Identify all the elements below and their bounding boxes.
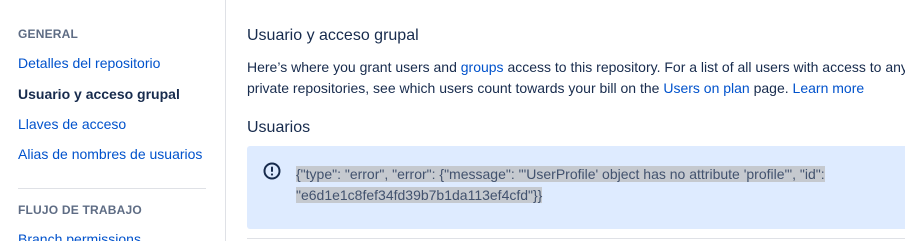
users-on-plan-link[interactable]: Users on plan <box>663 80 749 96</box>
main-content: Usuario y acceso grupal Here’s where you… <box>247 0 905 241</box>
settings-sidebar: GENERAL Detalles del repositorio Usuario… <box>0 0 226 241</box>
error-message-panel: {"type": "error", "error": {"message": "… <box>247 146 905 229</box>
desc-text-1: Here’s where you grant users and <box>247 59 461 75</box>
info-icon <box>263 162 281 180</box>
error-message-text: {"type": "error", "error": {"message": "… <box>296 164 856 206</box>
sidebar-item-access-keys[interactable]: Llaves de acceso <box>18 116 208 132</box>
groups-link[interactable]: groups <box>461 59 504 75</box>
page-description: Here’s where you grant users and groups … <box>247 57 905 99</box>
sidebar-divider <box>18 188 206 189</box>
desc-text-4: page. <box>749 80 793 96</box>
sidebar-item-branch-permissions[interactable]: Branch permissions <box>18 231 208 241</box>
error-line-1: {"type": "error", "error": {"message": "… <box>296 166 825 182</box>
section-divider <box>247 238 905 239</box>
users-section-heading: Usuarios <box>247 119 311 136</box>
sidebar-item-repository-details[interactable]: Detalles del repositorio <box>18 55 208 71</box>
sidebar-item-user-group-access[interactable]: Usuario y acceso grupal <box>18 86 208 102</box>
desc-text-3: private repositories, see which users co… <box>247 80 664 96</box>
sidebar-heading-general: GENERAL <box>18 27 79 41</box>
sidebar-item-username-aliases[interactable]: Alias de nombres de usuarios <box>18 146 208 162</box>
page-title: Usuario y acceso grupal <box>247 27 419 44</box>
repository-settings-page: GENERAL Detalles del repositorio Usuario… <box>0 0 905 241</box>
learn-more-link[interactable]: Learn more <box>793 80 865 96</box>
sidebar-heading-workflow: FLUJO DE TRABAJO <box>18 203 142 217</box>
error-line-2: "e6d1e1c8fef34fd39b7b1da113ef4cfd"}} <box>296 187 543 203</box>
desc-text-2: access to this repository. For a list of… <box>503 59 905 75</box>
